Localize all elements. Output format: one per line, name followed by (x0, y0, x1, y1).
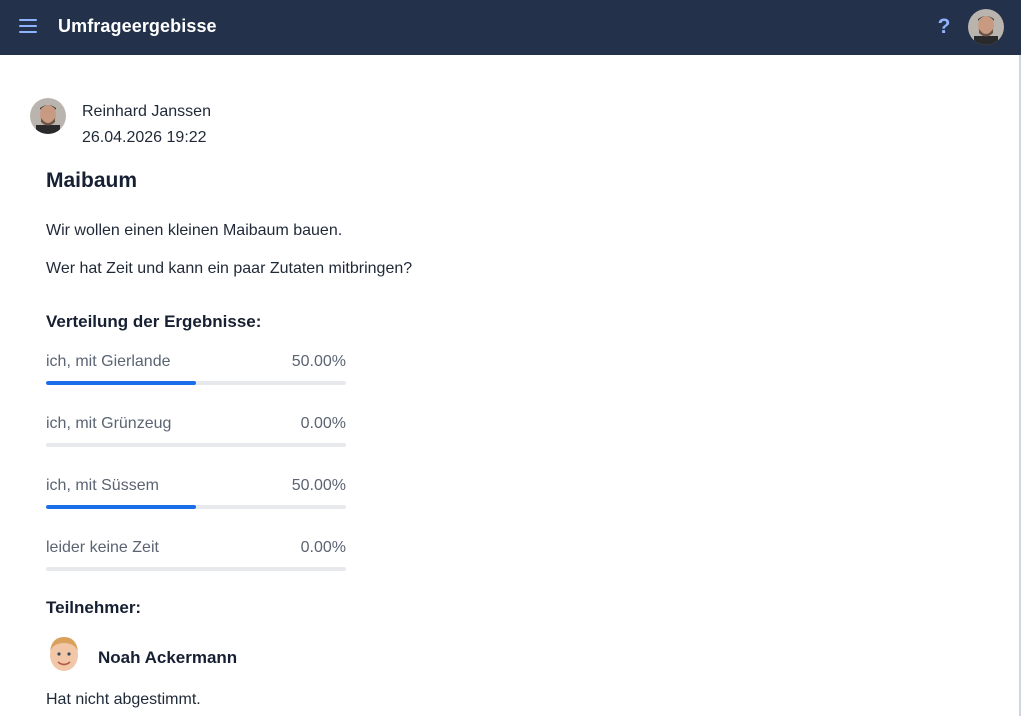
help-icon[interactable]: ? (934, 14, 954, 40)
user-avatar[interactable] (968, 9, 1004, 45)
result-label: ich, mit Gierlande (46, 353, 171, 370)
participants-heading: Teilnehmer: (46, 598, 142, 617)
result-progress-track (46, 567, 346, 571)
result-progress-track (46, 443, 346, 447)
result-percent: 0.00% (300, 415, 346, 432)
menu-icon[interactable] (19, 19, 37, 35)
result-progress-track (46, 505, 346, 509)
result-progress-track (46, 381, 346, 385)
result-percent: 50.00% (291, 353, 346, 370)
result-label: ich, mit Grünzeug (46, 415, 172, 432)
result-item: leider keine Zeit 0.00% (46, 539, 346, 579)
result-item: ich, mit Gierlande 50.00% (46, 353, 346, 393)
result-progress-fill (46, 381, 196, 385)
poll-title: Maibaum (46, 169, 138, 192)
result-progress-fill (46, 505, 196, 509)
top-app-bar: Umfrageergebisse ? (0, 0, 1021, 55)
poll-description-line-2: Wer hat Zeit und kann ein paar Zutaten m… (46, 260, 413, 277)
result-percent: 0.00% (300, 539, 346, 556)
result-label: leider keine Zeit (46, 539, 159, 556)
result-item: ich, mit Süssem 50.00% (46, 477, 346, 517)
post-date: 26.04.2026 19:22 (82, 129, 207, 146)
participant-name: Noah Ackermann (98, 648, 238, 667)
page-title: Umfrageergebisse (58, 16, 217, 36)
result-item: ich, mit Grünzeug 0.00% (46, 415, 346, 455)
participant-vote-status: Hat nicht abgestimmt. (46, 691, 201, 708)
author-name: Reinhard Janssen (82, 103, 211, 120)
results-heading: Verteilung der Ergebnisse: (46, 312, 262, 331)
author-avatar (30, 98, 66, 134)
participant-avatar (46, 633, 82, 673)
result-label: ich, mit Süssem (46, 477, 159, 494)
poll-description-line-1: Wir wollen einen kleinen Maibaum bauen. (46, 222, 343, 239)
result-percent: 50.00% (291, 477, 346, 494)
